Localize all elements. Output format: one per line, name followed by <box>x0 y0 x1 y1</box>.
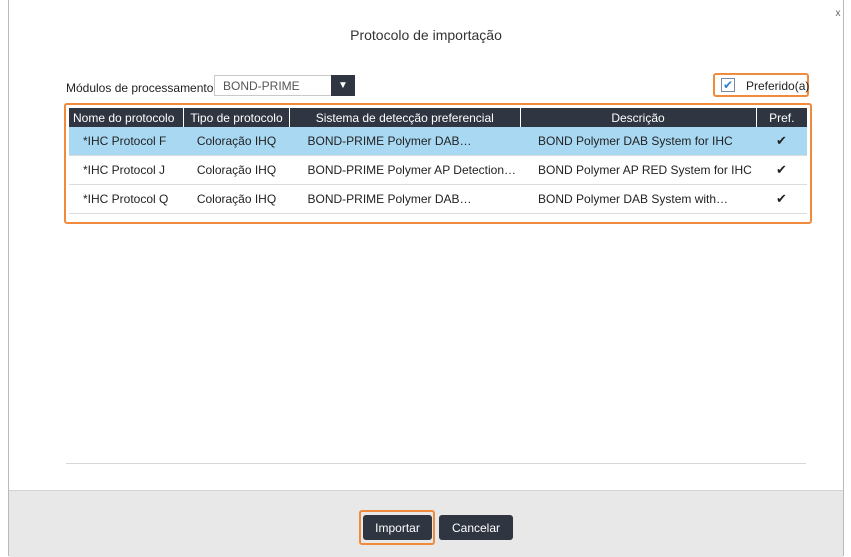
column-header-system[interactable]: Sistema de detecção preferencial <box>289 108 521 127</box>
table-row[interactable]: *IHC Protocol Q Coloração IHQ BOND-PRIME… <box>69 184 807 214</box>
table-row[interactable]: *IHC Protocol J Coloração IHQ BOND-PRIME… <box>69 155 807 185</box>
import-protocol-dialog: x Protocolo de importação Módulos de pro… <box>8 0 844 557</box>
protocol-table-container: Nome do protocolo Tipo de protocolo Sist… <box>64 103 812 224</box>
checkmark-icon: ✔ <box>756 155 807 185</box>
cell-name: *IHC Protocol Q <box>69 184 184 214</box>
cell-type: Coloração IHQ <box>183 127 290 156</box>
cell-system: BOND-PRIME Polymer DAB… <box>289 127 521 156</box>
content-divider <box>66 463 806 464</box>
preferred-label: Preferido(a) <box>746 79 810 93</box>
column-header-description[interactable]: Descrição <box>520 108 757 127</box>
processing-modules-select[interactable]: BOND-PRIME ▼ <box>214 75 355 96</box>
column-header-pref[interactable]: Pref. <box>756 108 807 127</box>
cell-system: BOND-PRIME Polymer AP Detection… <box>289 155 521 185</box>
column-header-type[interactable]: Tipo de protocolo <box>183 108 290 127</box>
protocol-table: Nome do protocolo Tipo de protocolo Sist… <box>69 108 807 214</box>
cell-description: BOND Polymer DAB System for IHC <box>520 127 757 156</box>
import-button[interactable]: Importar <box>363 515 432 540</box>
checkmark-icon: ✔ <box>756 127 807 156</box>
preferred-filter[interactable]: ✔ Preferido(a) <box>713 73 809 97</box>
caret-down-icon[interactable]: ▼ <box>331 75 355 96</box>
dialog-title: Protocolo de importação <box>350 27 502 43</box>
table-row[interactable]: *IHC Protocol F Coloração IHQ BOND-PRIME… <box>69 127 807 156</box>
cell-description: BOND Polymer DAB System with… <box>520 184 757 214</box>
processing-modules-value: BOND-PRIME <box>223 79 300 93</box>
cell-description: BOND Polymer AP RED System for IHC <box>520 155 757 185</box>
cell-name: *IHC Protocol F <box>69 127 184 156</box>
dialog-footer: Importar Cancelar <box>9 490 843 557</box>
cell-name: *IHC Protocol J <box>69 155 184 185</box>
cell-type: Coloração IHQ <box>183 184 290 214</box>
close-icon[interactable]: x <box>832 8 844 20</box>
checkmark-icon: ✔ <box>756 184 807 214</box>
preferred-checkbox[interactable]: ✔ <box>721 78 735 92</box>
cancel-button[interactable]: Cancelar <box>439 515 513 540</box>
column-header-name[interactable]: Nome do protocolo <box>69 108 184 127</box>
cell-system: BOND-PRIME Polymer DAB… <box>289 184 521 214</box>
cell-type: Coloração IHQ <box>183 155 290 185</box>
processing-modules-label: Módulos de processamento <box>66 81 214 95</box>
table-header-row: Nome do protocolo Tipo de protocolo Sist… <box>69 108 807 127</box>
